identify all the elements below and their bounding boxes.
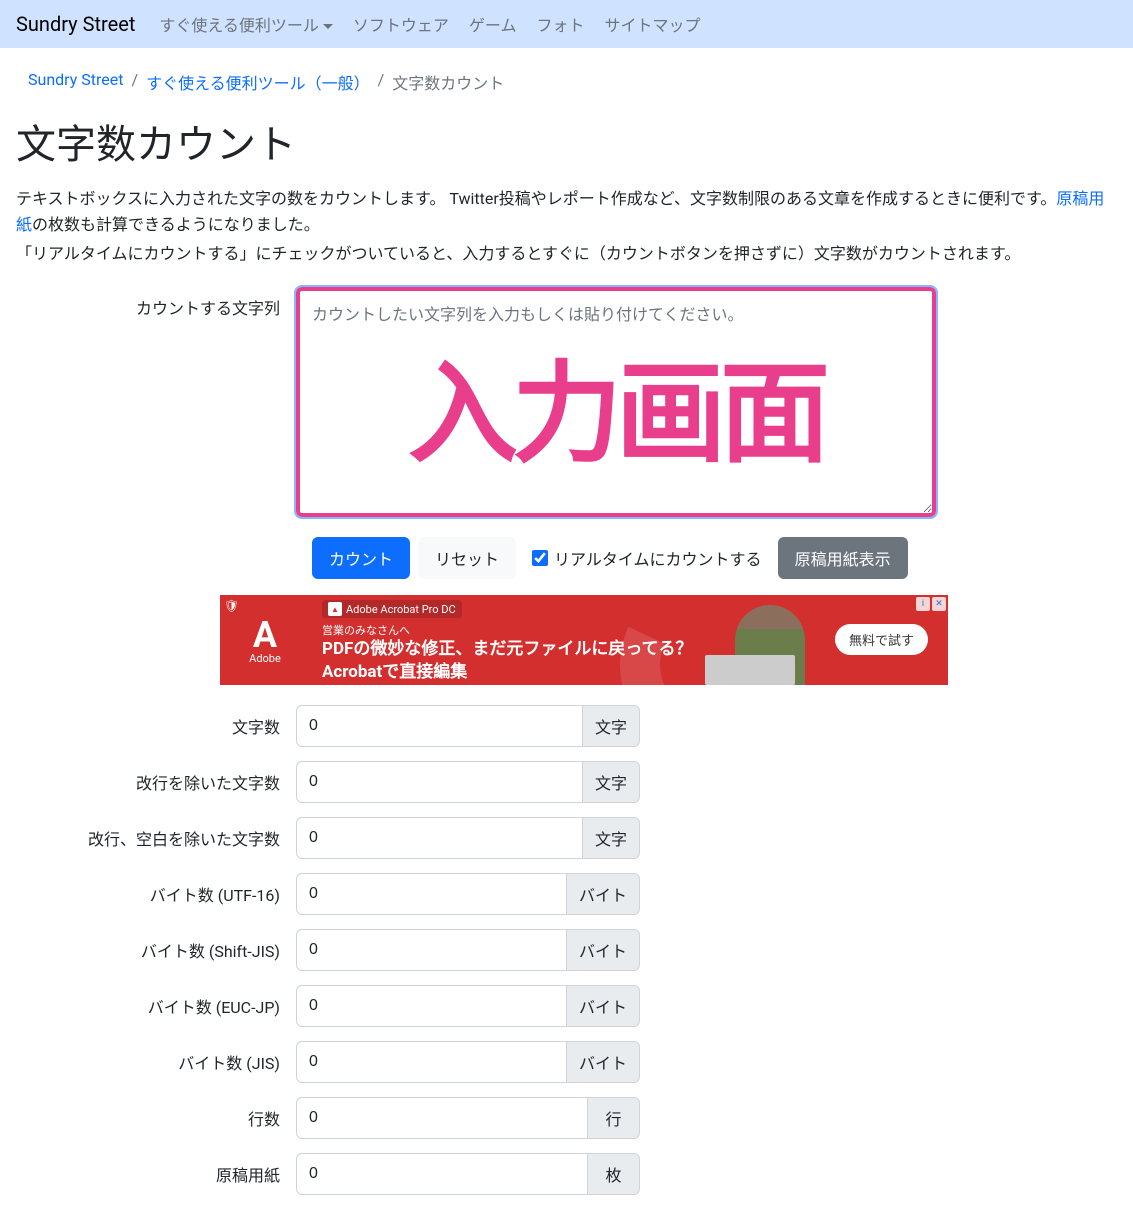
ad-shield-icon: 🛡 [224,599,240,615]
result-label: 改行、空白を除いた文字数 [16,826,296,850]
nav-software[interactable]: ソフトウェア [345,8,457,40]
result-label: 原稿用紙 [16,1162,296,1186]
page-description-1: テキストボックスに入力された文字の数をカウントします。 Twitter投稿やレポ… [16,186,1117,237]
breadcrumb-current: 文字数カウント [392,70,504,94]
nav-game[interactable]: ゲーム [461,8,525,40]
ad-banner[interactable]: 🛡 A Adobe ▲Adobe Acrobat Pro DC 営業のみなさんへ… [220,595,948,685]
result-row: 改行を除いた文字数 文字 [16,761,1117,803]
result-row: 改行、空白を除いた文字数 文字 [16,817,1117,859]
result-value[interactable] [296,705,583,747]
adobe-brand-name: Adobe [249,652,281,665]
text-input[interactable] [296,287,936,517]
result-label: バイト数 (EUC-JP) [16,994,296,1018]
result-label: 文字数 [16,714,296,738]
adobe-logo-icon: A [253,614,277,656]
breadcrumb-sep: / [132,70,139,94]
result-unit: バイト [567,929,640,971]
breadcrumb: Sundry Street / すぐ使える便利ツール（一般） / 文字数カウント [16,64,1117,100]
result-row: バイト数 (EUC-JP) バイト [16,985,1117,1027]
result-row: 文字数 文字 [16,705,1117,747]
page-description-2: 「リアルタイムにカウントする」にチェックがついていると、入力するとすぐに（カウン… [16,241,1117,267]
breadcrumb-tools[interactable]: すぐ使える便利ツール（一般） [146,74,370,93]
result-label: バイト数 (JIS) [16,1050,296,1074]
ad-product-tag: Adobe Acrobat Pro DC [346,603,456,616]
ad-cta-button[interactable]: 無料で試す [835,624,928,655]
ad-info-icon[interactable]: i [916,597,930,611]
result-value[interactable] [296,873,567,915]
result-value[interactable] [296,1097,588,1139]
realtime-checkbox[interactable] [532,550,548,566]
reset-button[interactable]: リセット [418,537,516,579]
pdf-icon: ▲ [328,602,342,616]
navbar: Sundry Street すぐ使える便利ツール ソフトウェア ゲーム フォト … [0,0,1133,48]
result-unit: 文字 [583,705,640,747]
result-value[interactable] [296,929,567,971]
result-unit: バイト [567,1041,640,1083]
result-row: バイト数 (Shift-JIS) バイト [16,929,1117,971]
result-value[interactable] [296,817,583,859]
result-label: バイト数 (Shift-JIS) [16,938,296,962]
result-row: 原稿用紙 枚 [16,1153,1117,1195]
result-unit: 枚 [588,1153,640,1195]
result-row: バイト数 (UTF-16) バイト [16,873,1117,915]
result-value[interactable] [296,985,567,1027]
navbar-brand[interactable]: Sundry Street [16,12,135,36]
input-label: カウントする文字列 [16,287,296,319]
realtime-label: リアルタイムにカウントする [554,546,762,570]
result-label: バイト数 (UTF-16) [16,882,296,906]
result-value[interactable] [296,1153,588,1195]
nav-photo[interactable]: フォト [528,8,592,40]
count-button[interactable]: カウント [312,537,410,579]
ad-person-image [725,595,835,685]
result-value[interactable] [296,761,583,803]
genkou-display-button[interactable]: 原稿用紙表示 [778,537,908,579]
breadcrumb-sep: / [378,70,385,94]
nav-sitemap[interactable]: サイトマップ [596,8,708,40]
breadcrumb-home[interactable]: Sundry Street [28,70,124,89]
page-title: 文字数カウント [16,112,1117,170]
ad-close-icon[interactable]: ✕ [932,597,946,611]
result-unit: 文字 [583,761,640,803]
result-label: 行数 [16,1106,296,1130]
result-label: 改行を除いた文字数 [16,770,296,794]
result-row: 行数 行 [16,1097,1117,1139]
nav-tools-dropdown[interactable]: すぐ使える便利ツール [151,8,341,40]
result-unit: バイト [567,873,640,915]
result-row: バイト数 (JIS) バイト [16,1041,1117,1083]
result-unit: 行 [588,1097,640,1139]
result-value[interactable] [296,1041,567,1083]
result-unit: 文字 [583,817,640,859]
result-unit: バイト [567,985,640,1027]
